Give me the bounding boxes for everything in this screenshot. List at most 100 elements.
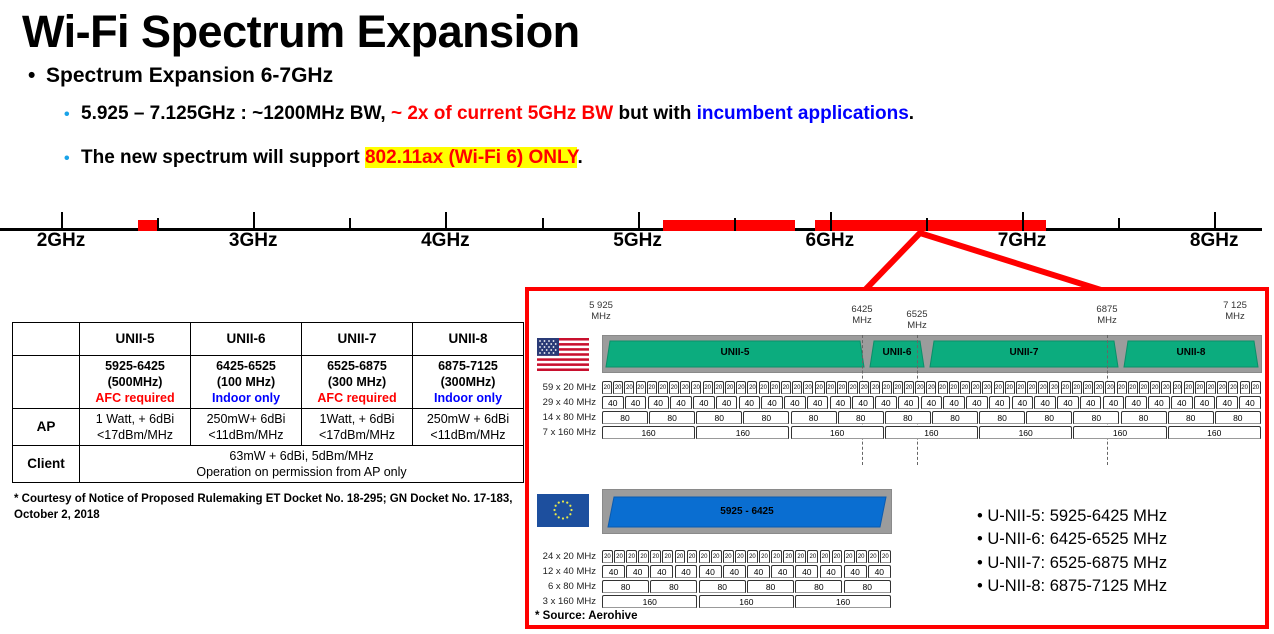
row-label: 14 x 80 MHz <box>542 412 596 423</box>
channel-chip: 20 <box>780 381 791 394</box>
eu-channel-row-40mhz: 12 x 40 MHz 40 40 40 40 40 40 40 40 40 40 40 40 <box>543 565 892 578</box>
channel-chip: 40 <box>819 565 843 578</box>
channel-chip: 20 <box>662 550 674 563</box>
channel-chip: 40 <box>920 396 943 409</box>
channel-chip: 20 <box>792 381 803 394</box>
channel-chip: 40 <box>1148 396 1170 409</box>
ruler-tick-label: 3GHz <box>228 230 278 251</box>
channel-chip: 20 <box>1049 381 1060 394</box>
bullet-a-p3: . <box>908 103 915 124</box>
ruler-tick-label: 6GHz <box>805 230 855 251</box>
channel-chip: 40 <box>693 396 715 409</box>
channel-chip: 160 <box>790 426 884 439</box>
channel-chip: 20 <box>638 550 650 563</box>
channel-chip: 20 <box>686 550 698 563</box>
channel-chip: 20 <box>1027 381 1038 394</box>
channel-chip: 40 <box>650 565 674 578</box>
channel-chip: 20 <box>613 381 624 394</box>
eu-channel-row-160mhz: 3 x 160 MHz 160 160 160 <box>543 595 892 608</box>
channel-chip: 160 <box>696 426 790 439</box>
channel-chip: 20 <box>937 381 948 394</box>
channel-chip: 40 <box>897 396 920 409</box>
channel-chip: 40 <box>1125 396 1147 409</box>
channel-chip: 20 <box>722 550 734 563</box>
bullet-b-p1: The new spectrum will support <box>81 147 365 168</box>
channel-chip: 20 <box>602 550 613 563</box>
table-cell-ap-unii6: 250mW+ 6dBi <11dBm/MHz <box>190 408 302 446</box>
table-cell-ap-unii7: 1Watt, + 6dBi <17dBm/MHz <box>301 408 413 446</box>
us-channel-row-80mhz: 14 x 80 MHz 80 80 80 80 80 80 80 80 80 80 80 80 80 80 <box>543 411 1262 424</box>
list-item: • U-NII-6: 6425-6525 MHz <box>977 530 1168 549</box>
channel-chip: 80 <box>747 580 795 593</box>
channel-chip: 160 <box>884 426 978 439</box>
channel-chip: 40 <box>852 396 874 409</box>
channel-chip: 20 <box>892 381 903 394</box>
channel-chip: 20 <box>1105 381 1116 394</box>
channel-chip: 40 <box>988 396 1011 409</box>
channel-chip: 80 <box>979 411 1026 424</box>
channel-chip: 20 <box>626 550 638 563</box>
channel-chip: 20 <box>674 550 686 563</box>
bullet-dot-icon: • <box>28 64 36 87</box>
channel-chip: 20 <box>646 381 657 394</box>
table-cell-band-unii7: 6525-6875 (300 MHz) AFC required <box>301 355 413 409</box>
table-cell-client-all: 63mW + 6dBi, 5dBm/MHz Operation on permi… <box>79 445 524 483</box>
channel-chip: 20 <box>1038 381 1049 394</box>
channel-chip: 20 <box>725 381 736 394</box>
eu-band-label: 5925 - 6425 <box>720 506 774 517</box>
channel-chip: 80 <box>1214 411 1261 424</box>
table-cell-band-unii6: 6425-6525 (100 MHz) Indoor only <box>190 355 302 409</box>
channel-chip: 160 <box>1167 426 1261 439</box>
channel-chip: 20 <box>831 550 843 563</box>
channel-chip: 20 <box>710 550 722 563</box>
channel-chip: 20 <box>819 550 831 563</box>
frequency-ruler: 2GHz 3GHz 4GHz 5GHz 6GHz 7GHz 8GHz <box>0 200 1274 260</box>
us-channel-row-160mhz: 7 x 160 MHz 160 160 160 160 160 160 160 <box>543 426 1262 439</box>
ruler-tick-label: 7GHz <box>997 230 1047 251</box>
ruler-tick-label: 5GHz <box>613 230 662 251</box>
channel-chip: 160 <box>1073 426 1167 439</box>
band-bw: (500MHz) <box>107 375 163 389</box>
bullet-main-label: Spectrum Expansion 6-7GHz <box>46 64 334 87</box>
table-header-unii5: UNII-5 <box>79 322 191 356</box>
row-label: 7 x 160 MHz <box>542 427 596 438</box>
source-note: * Source: Aerohive <box>535 610 638 622</box>
table-rowlabel-ap: AP <box>12 408 80 446</box>
channel-chip: 20 <box>1127 381 1138 394</box>
channel-chip: 160 <box>795 595 891 608</box>
ap-psd: <17dBm/MHz <box>318 428 396 442</box>
channel-chip: 80 <box>602 411 648 424</box>
channel-chip: 40 <box>761 396 783 409</box>
channel-chip: 80 <box>1073 411 1120 424</box>
channel-chip: 20 <box>881 381 892 394</box>
page-title: Wi-Fi Spectrum Expansion <box>22 6 580 57</box>
ruler-band <box>662 220 796 231</box>
table-header-unii8: UNII-8 <box>412 322 524 356</box>
channel-chip: 20 <box>602 381 612 394</box>
channel-chip: 40 <box>674 565 698 578</box>
ruler-tick <box>157 218 160 231</box>
channel-chip: 40 <box>624 396 647 409</box>
bullet-b-highlight: 802.11ax (Wi-Fi 6) ONLY <box>364 147 578 168</box>
channel-chip: 40 <box>806 396 829 409</box>
bullet-subdot-icon: • <box>64 150 70 167</box>
table-footnote: * Courtesy of Notice of Proposed Rulemak… <box>14 493 513 521</box>
ruler-tick <box>925 218 928 231</box>
ap-psd: <11dBm/MHz <box>430 428 506 442</box>
channel-chip: 20 <box>635 381 646 394</box>
channel-chip: 80 <box>843 580 891 593</box>
channel-chip: 20 <box>1183 381 1194 394</box>
channel-chip: 40 <box>1057 396 1079 409</box>
ruler-tick <box>541 218 544 231</box>
channel-chip: 80 <box>1167 411 1214 424</box>
channel-chip: 40 <box>795 565 819 578</box>
eu-flag-icon <box>537 494 589 527</box>
table-cell-band-unii8: 6875-7125 (300MHz) Indoor only <box>412 355 524 409</box>
channel-chip: 20 <box>1004 381 1015 394</box>
band-range: 6875-7125 <box>438 359 498 373</box>
ruler-tick <box>1022 212 1024 231</box>
channel-chip: 40 <box>771 565 795 578</box>
channel-chip: 20 <box>859 381 870 394</box>
ruler-tick <box>445 212 448 231</box>
us-channel-row-40mhz: 29 x 40 MHz 40 40 40 40 40 40 40 40 40 40 40 40 40 40… <box>543 396 1262 409</box>
